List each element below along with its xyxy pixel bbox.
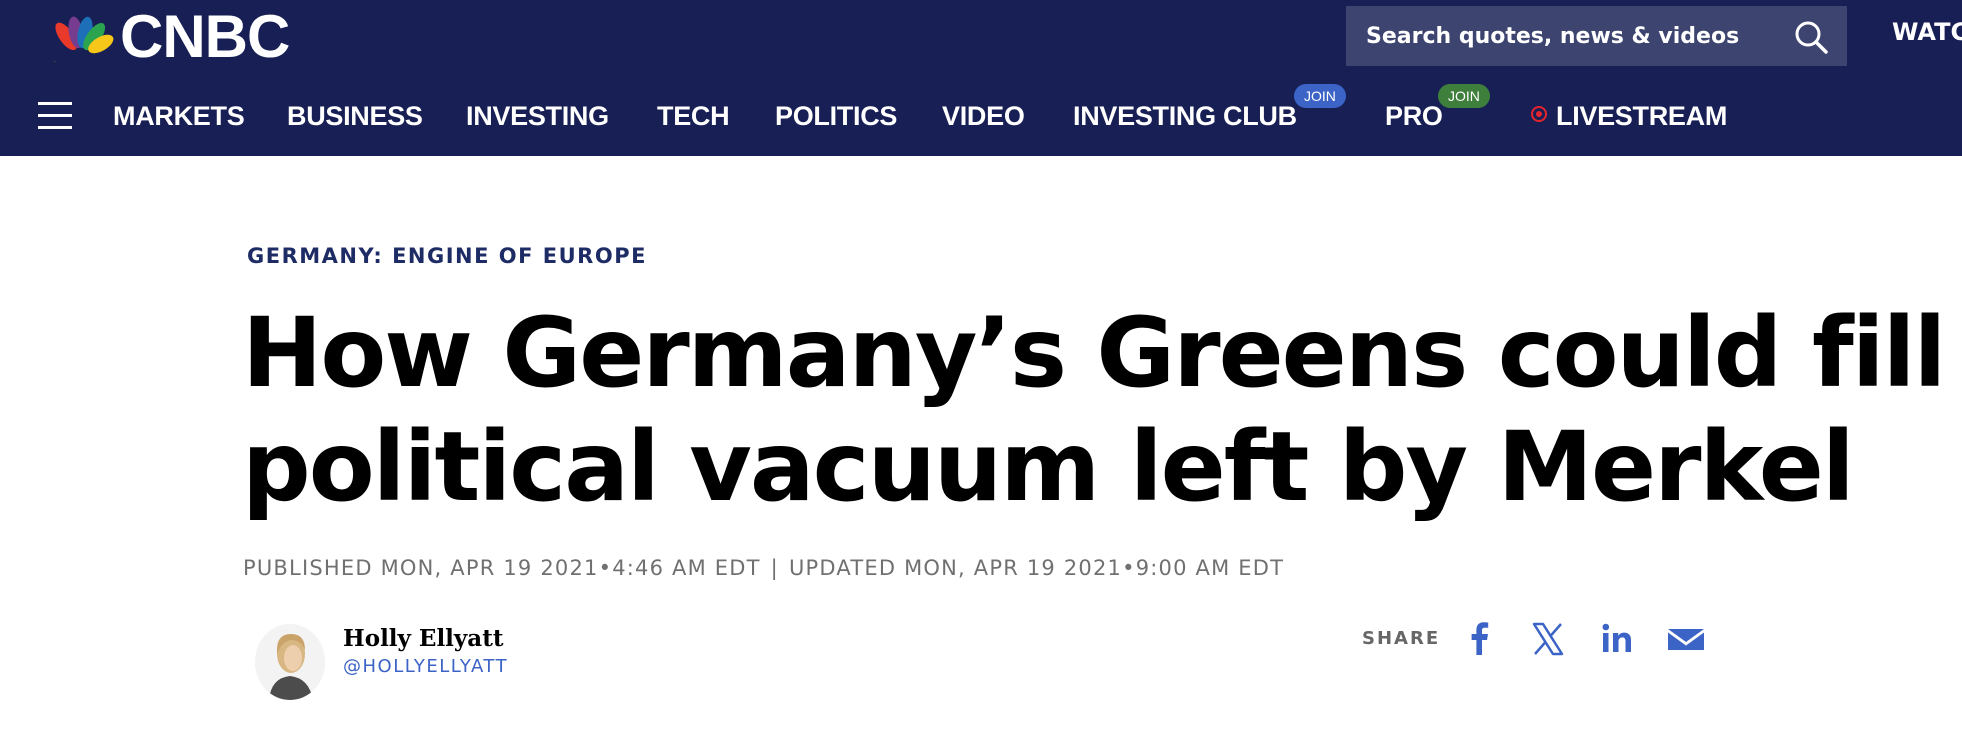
timestamp-separator: | — [770, 556, 779, 580]
nav-item-politics[interactable]: POLITICS — [775, 100, 897, 132]
watch-live-link[interactable]: WATC — [1892, 18, 1962, 46]
facebook-icon[interactable] — [1460, 619, 1500, 659]
article-timestamps: PUBLISHED MON, APR 19 2021•4:46 AM EDT | U… — [243, 556, 1284, 580]
live-indicator-icon — [1531, 106, 1547, 122]
headline-line-1: How Germany’s Greens could fill a — [242, 297, 1962, 409]
author-photo — [255, 624, 325, 700]
search-bar[interactable] — [1346, 6, 1847, 66]
nav-item-tech[interactable]: TECH — [657, 100, 730, 132]
join-badge-investing-club[interactable]: JOIN — [1294, 84, 1346, 108]
logo-wordmark: CNBC — [120, 3, 290, 70]
nav-item-business[interactable]: BUSINESS — [287, 100, 423, 132]
share-label: SHARE — [1362, 628, 1441, 649]
nav-item-pro[interactable]: PRO — [1385, 100, 1443, 132]
article-headline: How Germany’s Greens could fill a politic… — [242, 296, 1962, 524]
author-avatar[interactable] — [255, 624, 325, 700]
author-twitter-handle[interactable]: @HOLLYELLYATT — [343, 656, 508, 677]
search-input[interactable] — [1366, 23, 1766, 49]
search-icon[interactable] — [1793, 19, 1829, 55]
menu-icon[interactable] — [38, 102, 72, 130]
peacock-icon — [49, 16, 114, 62]
headline-line-2: political vacuum left by Merkel — [242, 411, 1855, 523]
nav-item-markets[interactable]: MARKETS — [113, 100, 245, 132]
updated-time: UPDATED MON, APR 19 2021•9:00 AM EDT — [788, 556, 1285, 580]
nav-item-investing[interactable]: INVESTING — [466, 100, 609, 132]
nav-item-investing-club[interactable]: INVESTING CLUB — [1073, 100, 1297, 132]
join-badge-pro[interactable]: JOIN — [1438, 84, 1490, 108]
cnbc-logo[interactable]: CNBC — [36, 3, 290, 70]
published-time: PUBLISHED MON, APR 19 2021•4:46 AM EDT — [243, 556, 761, 580]
linkedin-icon[interactable] — [1597, 619, 1637, 659]
nav-item-livestream[interactable]: LIVESTREAM — [1556, 100, 1727, 132]
email-icon[interactable] — [1666, 619, 1706, 659]
nav-item-video[interactable]: VIDEO — [942, 100, 1025, 132]
author-name[interactable]: Holly Ellyatt — [343, 625, 503, 652]
site-header: CNBC WATC MARKETS BUSINESS INVESTING TEC… — [0, 0, 1962, 156]
x-icon[interactable] — [1528, 619, 1568, 659]
article-category-link[interactable]: GERMANY: ENGINE OF EUROPE — [247, 244, 647, 268]
